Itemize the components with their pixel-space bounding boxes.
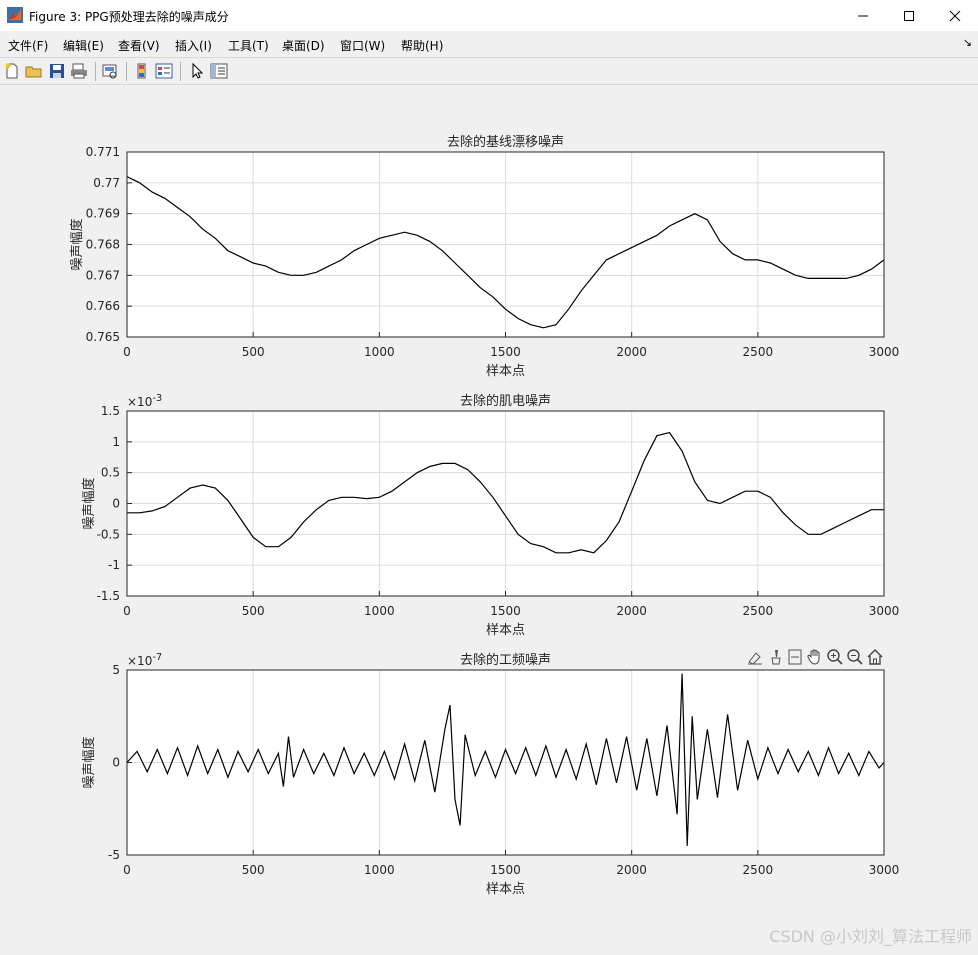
y-tick-label: -5 <box>108 848 120 862</box>
x-axis-label: 样本点 <box>486 623 525 638</box>
y-tick-label: -1.5 <box>97 589 120 603</box>
y-tick-label: 0.771 <box>86 145 120 159</box>
menu-tools[interactable]: 工具(T) <box>228 37 269 54</box>
x-tick-label: 3000 <box>869 863 900 877</box>
export-icon[interactable] <box>746 648 764 666</box>
x-tick-label: 1500 <box>490 345 521 359</box>
menu-file[interactable]: 文件(F) <box>8 37 48 54</box>
figure-svg: 0 500 1000 1500 2000 2500 30000.7710.770.7690.… <box>69 134 899 897</box>
x-tick-label: 0 <box>123 345 131 359</box>
x-tick-label: 0 <box>123 604 131 618</box>
maximize-button[interactable] <box>886 0 932 31</box>
y-tick-label: 1.5 <box>101 404 120 418</box>
open-file-icon[interactable] <box>25 62 43 80</box>
menu-insert[interactable]: 插入(I) <box>175 37 212 54</box>
figure-canvas: 0 500 1000 1500 2000 2500 3000 0.771 0.77 0.769 0.… <box>0 85 978 951</box>
colorbar-icon[interactable] <box>133 62 151 80</box>
y-tick-label: 0.769 <box>86 207 120 221</box>
close-button[interactable] <box>932 0 978 31</box>
y-axis-label: 噪声幅度 <box>81 477 97 529</box>
y-tick-label: 0.766 <box>86 299 120 313</box>
menu-bar: 文件(F) 编辑(E) 查看(V) 插入(I) 工具(T) 桌面(D) 窗口(W… <box>0 31 978 57</box>
save-icon[interactable] <box>48 62 66 80</box>
y-exponent-value: -7 <box>152 652 162 663</box>
x-tick-label: 2500 <box>743 345 774 359</box>
x-axis-label: 样本点 <box>486 882 525 897</box>
x-tick-label: 0 <box>123 863 131 877</box>
y-tick-label: -1 <box>108 558 120 572</box>
axes-3[interactable]: 0 500 1000 1500 2000 2500 300050-5去除的工频噪声样本点噪声… <box>81 652 899 897</box>
maximize-icon <box>904 10 914 21</box>
menu-desktop[interactable]: 桌面(D) <box>282 37 325 54</box>
y-tick-label: 0 <box>112 756 120 770</box>
y-tick-label: -0.5 <box>97 527 120 541</box>
x-tick-label: 2500 <box>743 863 774 877</box>
chart-title: 去除的肌电噪声 <box>460 393 551 409</box>
y-tick-label: 0 <box>112 497 120 511</box>
y-tick-label: 0.767 <box>86 268 120 282</box>
y-axis-label: 噪声幅度 <box>81 736 97 788</box>
chart-title: 去除的工频噪声 <box>460 652 551 668</box>
matlab-logo-icon <box>7 7 23 23</box>
figure-toolbar <box>0 57 978 85</box>
y-exponent-label: ×10-3 <box>127 393 162 409</box>
pan-icon[interactable] <box>806 648 824 666</box>
zoom-in-icon[interactable] <box>826 648 844 666</box>
x-axis-label: 样本点 <box>486 364 525 379</box>
x-tick-label: 2000 <box>616 345 647 359</box>
menu-view[interactable]: 查看(V) <box>118 37 160 54</box>
x-tick-label: 2000 <box>616 863 647 877</box>
x-tick-label: 2500 <box>743 604 774 618</box>
y-exponent-label: ×10-7 <box>127 652 162 668</box>
home-icon[interactable] <box>866 648 884 666</box>
y-tick-label: 0.765 <box>86 330 120 344</box>
minimize-button[interactable] <box>840 0 886 31</box>
menu-help[interactable]: 帮助(H) <box>401 37 443 54</box>
x-tick-label: 500 <box>242 345 265 359</box>
minimize-icon <box>858 15 868 16</box>
x-tick-label: 1000 <box>364 345 395 359</box>
axes-1[interactable]: 0 500 1000 1500 2000 2500 3000 0.771 0.77 0.769 0.… <box>69 134 899 379</box>
axes-2[interactable]: 0 500 1000 1500 2000 2500 3000 1.5 1 0.5 0 -0.5 -1 -1… <box>81 393 899 638</box>
y-tick-label: 0.5 <box>101 466 120 480</box>
x-tick-label: 1500 <box>490 863 521 877</box>
x-tick-label: 3000 <box>869 345 900 359</box>
pointer-icon[interactable] <box>188 62 206 80</box>
y-tick-label: 1 <box>112 435 120 449</box>
x-tick-label: 1000 <box>364 604 395 618</box>
window-title: Figure 3: PPG预处理去除的噪声成分 <box>29 10 229 24</box>
y-tick-label: 0.77 <box>93 176 120 190</box>
print-icon[interactable] <box>70 62 88 80</box>
x-tick-label: 500 <box>242 863 265 877</box>
close-icon <box>949 10 961 21</box>
y-tick-label: 0.768 <box>86 238 120 252</box>
menu-overflow-icon[interactable]: ↘ <box>963 36 972 49</box>
menu-window[interactable]: 窗口(W) <box>340 37 385 54</box>
x-tick-label: 1000 <box>364 863 395 877</box>
property-inspector-icon[interactable] <box>210 62 228 80</box>
data-tip-icon[interactable] <box>786 648 804 666</box>
x-tick-label: 2000 <box>616 604 647 618</box>
zoom-out-icon[interactable] <box>846 648 864 666</box>
title-bar: Figure 3: PPG预处理去除的噪声成分 <box>0 0 978 31</box>
chart-title: 去除的基线漂移噪声 <box>447 134 564 150</box>
toolbar-separator <box>180 62 181 81</box>
y-tick-label: 5 <box>112 663 120 677</box>
x-tick-label: 500 <box>242 604 265 618</box>
watermark: CSDN @小刘刘_算法工程师 <box>769 927 972 946</box>
new-figure-icon[interactable] <box>3 62 21 80</box>
y-axis-label: 噪声幅度 <box>69 218 85 270</box>
x-tick-label: 3000 <box>869 604 900 618</box>
print-preview-icon[interactable] <box>101 62 119 80</box>
toolbar-separator <box>126 62 127 81</box>
brush-icon[interactable] <box>766 648 784 666</box>
y-exponent-value: -3 <box>152 393 162 404</box>
menu-edit[interactable]: 编辑(E) <box>63 37 104 54</box>
toolbar-separator <box>95 62 96 81</box>
legend-icon[interactable] <box>155 62 173 80</box>
x-tick-label: 1500 <box>490 604 521 618</box>
